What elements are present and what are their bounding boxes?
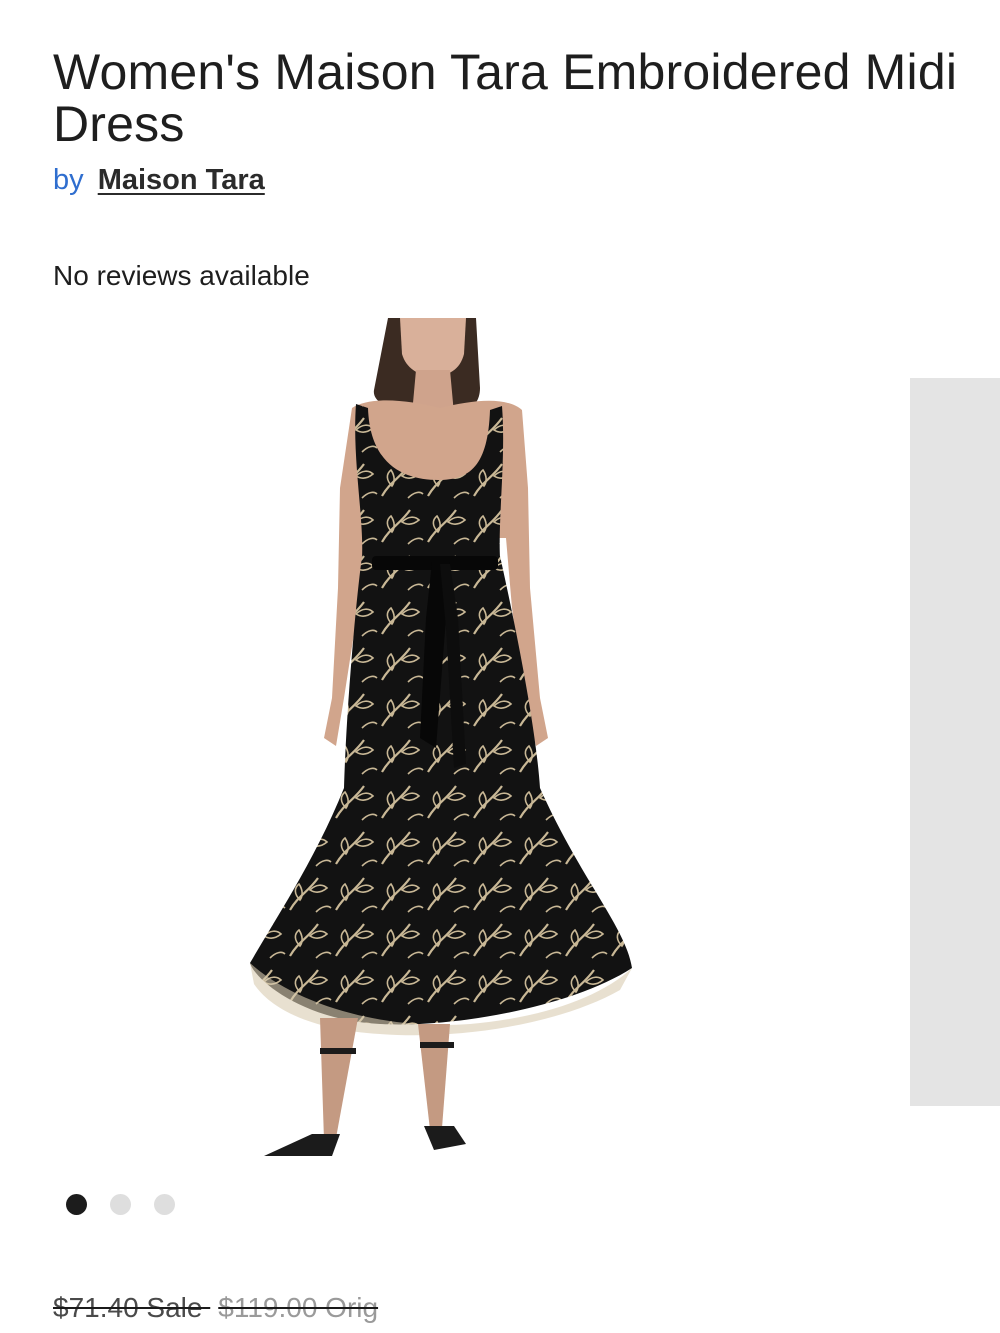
by-label: by <box>53 164 84 196</box>
next-slide-preview[interactable] <box>910 378 1000 1106</box>
sale-price: $71.40 Sale <box>53 1292 203 1323</box>
brand-link[interactable]: Maison Tara <box>98 164 265 196</box>
carousel-dot[interactable] <box>66 1194 87 1215</box>
carousel-dot[interactable] <box>110 1194 131 1215</box>
dress-model-image <box>250 318 632 1156</box>
product-title: Women's Maison Tara Embroidered Midi Dre… <box>53 44 958 152</box>
original-price: $119.00 Orig <box>218 1292 379 1323</box>
brand-byline: by Maison Tara <box>53 162 265 198</box>
price-row: $71.40 Sale $119.00 Orig <box>53 1290 378 1326</box>
carousel-dots <box>66 1194 175 1215</box>
product-image[interactable] <box>240 318 640 1168</box>
carousel-dot[interactable] <box>154 1194 175 1215</box>
reviews-status: No reviews available <box>53 260 310 291</box>
